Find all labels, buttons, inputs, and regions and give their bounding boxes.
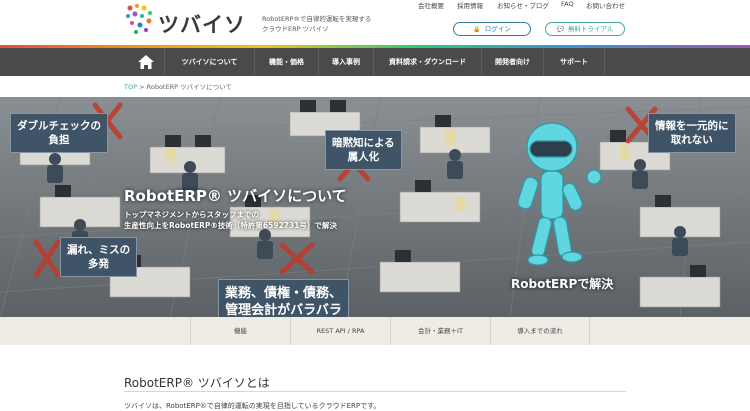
home-icon[interactable]	[128, 48, 164, 76]
bubble-line: 多発	[88, 258, 110, 270]
toplink-faq[interactable]: FAQ	[561, 0, 574, 8]
bubble-line: 暗黙知による	[332, 137, 395, 149]
toplink-recruit[interactable]: 採用情報	[457, 0, 483, 10]
breadcrumb-home[interactable]: TOP	[124, 83, 137, 91]
nav-case-studies[interactable]: 導入事例	[318, 48, 373, 76]
login-label: ログイン	[484, 25, 511, 33]
subnav-rest-api-rpa[interactable]: REST API / RPA	[290, 317, 390, 345]
lock-icon: 🔒	[473, 26, 481, 33]
bubble-line: 管理会計がバラバラ	[225, 303, 342, 317]
toplink-company[interactable]: 会社概要	[418, 0, 444, 10]
site-header: ツバイソ RobotERP®で自律的運転を実現する クラウドERP ツバイソ 会…	[0, 0, 750, 45]
hero-subtitle-line: 生産性向上をRobotERP®技術（特許第6592731号）で解決	[124, 221, 337, 230]
hero-title: RobotERP® ツバイソについて	[124, 187, 347, 205]
bubble-fragmented-work: 業務、債権・債務、 管理会計がバラバラ	[218, 279, 350, 317]
breadcrumb-current: RobotERP ツバイソについて	[146, 83, 232, 91]
logo-mark-icon	[126, 4, 152, 34]
bubble-line: 業務、債権・債務、	[225, 286, 343, 301]
nav-developers[interactable]: 開発者向け	[481, 48, 543, 76]
bubble-mistakes: 漏れ、ミスの 多発	[60, 237, 138, 277]
toplink-news-blog[interactable]: お知らせ・ブログ	[497, 0, 549, 10]
bubble-info-centralization: 情報を一元的に 取れない	[648, 113, 736, 153]
hero-subtitle-line: トップマネジメントからスタッフまでの	[124, 210, 259, 219]
robot-caption: RobotERPで解決	[511, 277, 614, 291]
subnav-features[interactable]: 機能	[190, 317, 290, 345]
subnav-onboarding-flow[interactable]: 導入までの流れ	[490, 317, 590, 345]
trial-label: 無料トライアル	[568, 25, 614, 33]
logo[interactable]: ツバイソ	[124, 3, 252, 39]
chat-icon: 💬	[556, 26, 565, 33]
bubble-line: 漏れ、ミスの	[67, 244, 131, 256]
hero-banner: ダブルチェックの 負担 暗黙知による 属人化 情報を一元的に 取れない 漏れ、ミ…	[0, 97, 750, 317]
breadcrumb-separator: >	[139, 83, 145, 91]
login-button[interactable]: 🔒 ログイン	[453, 22, 531, 36]
tagline-line: RobotERP®で自律的運転を実現する	[262, 15, 372, 23]
nav-about[interactable]: ツバイソについて	[164, 48, 254, 76]
free-trial-button[interactable]: 💬 無料トライアル	[545, 22, 625, 36]
global-nav: ツバイソについて 機能・価格 導入事例 資料請求・ダウンロード 開発者向け サポ…	[0, 48, 750, 76]
bubble-line: 取れない	[670, 134, 713, 146]
bubble-line: 負担	[48, 134, 70, 146]
tagline-line: クラウドERP ツバイソ	[262, 25, 329, 33]
nav-support[interactable]: サポート	[543, 48, 605, 76]
breadcrumb: TOP > RobotERP ツバイソについて	[124, 80, 232, 94]
nav-downloads[interactable]: 資料請求・ダウンロード	[373, 48, 481, 76]
heading-rule	[124, 391, 626, 392]
bubble-double-check: ダブルチェックの 負担	[10, 113, 108, 153]
sub-nav: 機能 REST API / RPA 会計・業務＋IT 導入までの流れ	[0, 317, 750, 345]
hero-subtitle: トップマネジメントからスタッフまでの 生産性向上をRobotERP®技術（特許第…	[124, 209, 337, 231]
logo-text: ツバイソ	[158, 13, 246, 37]
section-lead: ツバイソは、RobotERP®で自律的運転の実現を目指しているクラウドERPです…	[124, 402, 381, 410]
bubble-tacit-knowledge: 暗黙知による 属人化	[325, 130, 402, 170]
tagline: RobotERP®で自律的運転を実現する クラウドERP ツバイソ	[262, 14, 382, 34]
toplink-contact[interactable]: お問い合わせ	[586, 0, 625, 10]
bubble-line: 属人化	[347, 151, 380, 163]
section-heading: RobotERP® ツバイソとは	[124, 376, 270, 390]
bubble-line: 情報を一元的に	[655, 120, 729, 132]
nav-features-pricing[interactable]: 機能・価格	[254, 48, 318, 76]
subnav-accounting-it[interactable]: 会計・業務＋IT	[390, 317, 490, 345]
bubble-line: ダブルチェックの	[17, 120, 101, 132]
